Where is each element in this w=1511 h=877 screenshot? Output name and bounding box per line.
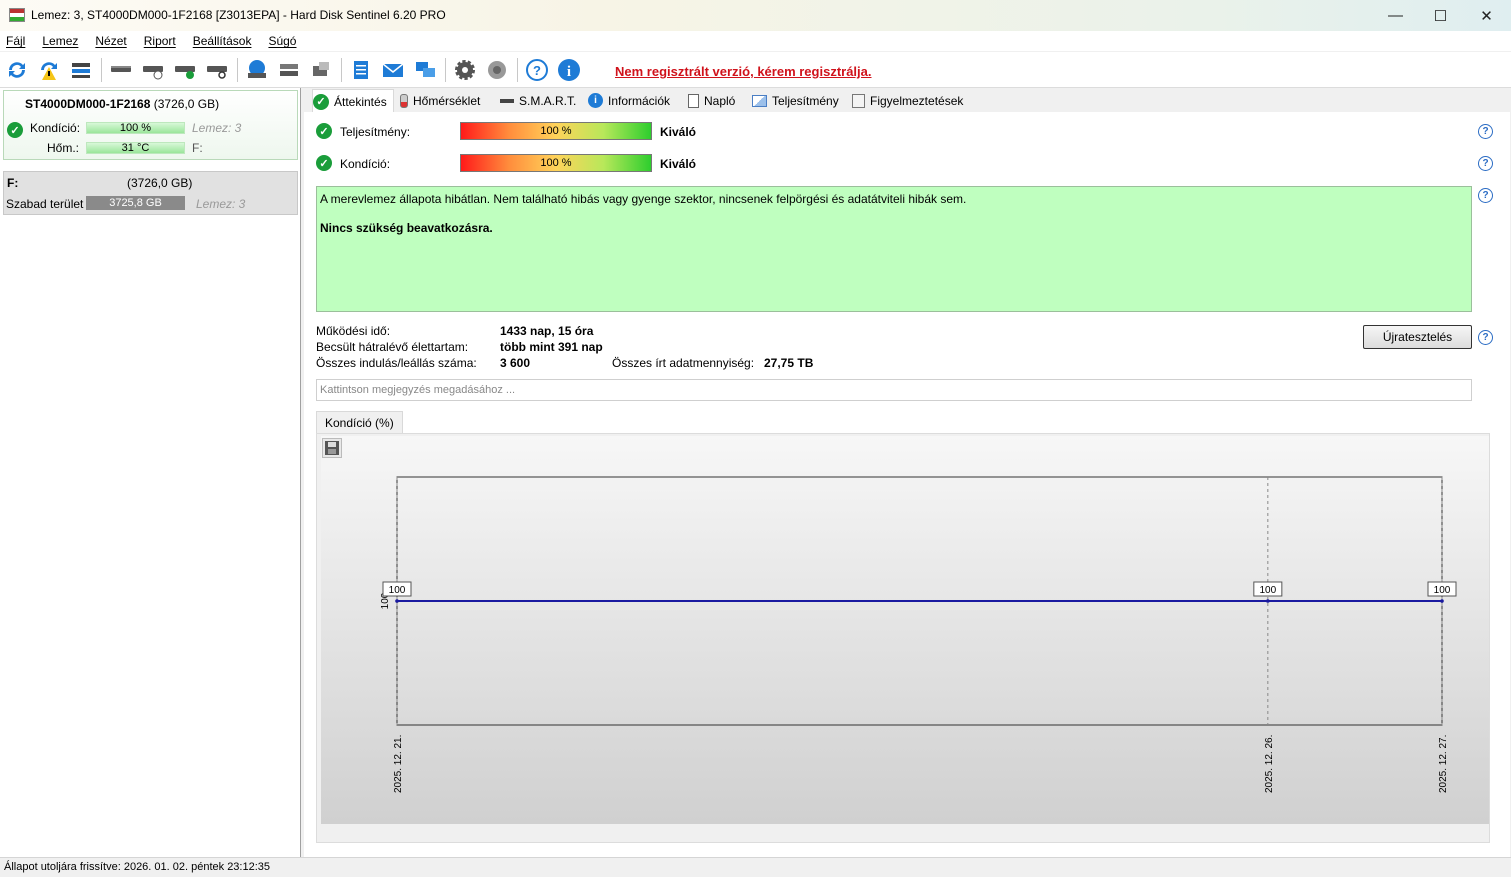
condition-chart: 1001002025. 12. 21.1002025. 12. 26.10020… [380, 476, 1457, 793]
data-point [1266, 599, 1270, 603]
x-tick-label: 2025. 12. 26. [1264, 735, 1275, 793]
x-tick-label: 2025. 12. 27. [1438, 735, 1449, 793]
data-point [1440, 599, 1444, 603]
data-label: 100 [1434, 585, 1451, 596]
data-label: 100 [389, 585, 406, 596]
data-point [395, 599, 399, 603]
x-tick-label: 2025. 12. 21. [393, 735, 404, 793]
status-bar: Állapot utoljára frissítve: 2026. 01. 02… [0, 857, 1511, 877]
data-label: 100 [1259, 585, 1276, 596]
